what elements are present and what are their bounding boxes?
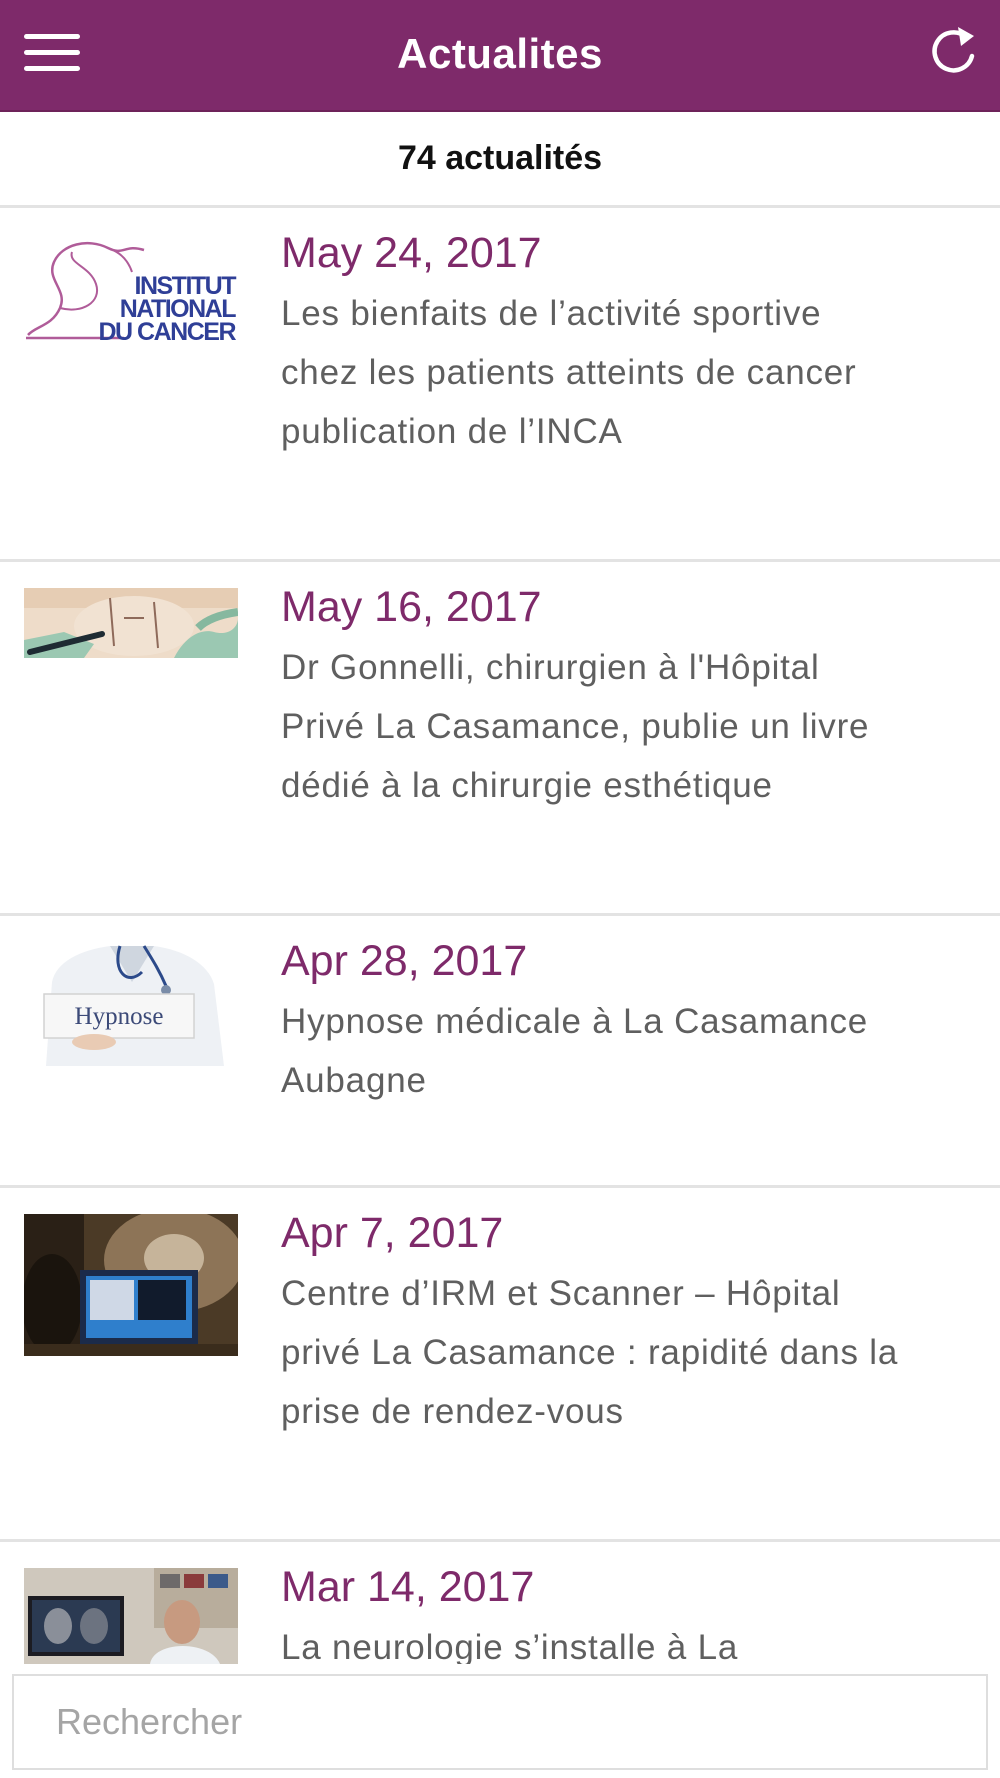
news-title: Les bienfaits de l’activité sportive che… — [281, 294, 857, 451]
neurologist-office-photo — [24, 1568, 238, 1664]
search-bar — [0, 1664, 1000, 1778]
news-title: Dr Gonnelli, chirurgien à l'Hôpital Priv… — [281, 648, 870, 805]
hamburger-menu-icon[interactable] — [24, 30, 80, 76]
news-date: Apr 7, 2017 — [281, 1209, 504, 1257]
news-date: May 16, 2017 — [281, 583, 542, 631]
search-input[interactable] — [12, 1674, 988, 1770]
surgery-marker-photo — [24, 588, 238, 658]
refresh-icon[interactable] — [928, 24, 980, 80]
page-title: Actualites — [397, 30, 603, 77]
mri-scanner-room-photo — [24, 1214, 238, 1356]
news-list: INSTITUT NATIONAL DU CANCER May 24, 2017… — [0, 208, 1000, 1778]
news-item[interactable]: Apr 7, 2017 Centre d’IRM et Scanner – Hô… — [0, 1188, 1000, 1542]
app-screen: Actualites 74 actualités INSTITUT NATION… — [0, 0, 1000, 1778]
news-date: Apr 28, 2017 — [281, 937, 528, 985]
news-date: May 24, 2017 — [281, 229, 542, 277]
news-item[interactable]: May 16, 2017 Dr Gonnelli, chirurgien à l… — [0, 562, 1000, 916]
news-date: Mar 14, 2017 — [281, 1563, 535, 1611]
news-count: 74 actualités — [0, 112, 1000, 208]
news-item[interactable]: Hypnose Apr 28, 2017 Hypnose médicale à … — [0, 916, 1000, 1188]
doctor-hypnose-sign-photo: Hypnose — [24, 942, 238, 1066]
news-item[interactable]: INSTITUT NATIONAL DU CANCER May 24, 2017… — [0, 208, 1000, 562]
hypnose-sign-text: Hypnose — [75, 1003, 164, 1030]
news-title: Centre d’IRM et Scanner – Hôpital privé … — [281, 1274, 899, 1431]
institut-national-du-cancer-logo: INSTITUT NATIONAL DU CANCER — [24, 234, 238, 344]
logo-line-3: DU CANCER — [99, 318, 237, 344]
news-title: Hypnose médicale à La Casamance Aubagne — [281, 1002, 869, 1100]
app-header: Actualites — [0, 0, 1000, 112]
